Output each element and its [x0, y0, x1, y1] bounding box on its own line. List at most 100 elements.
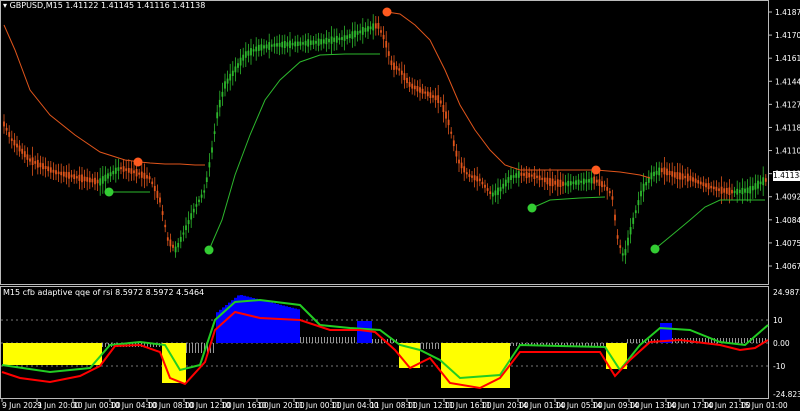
candle-body — [125, 168, 128, 171]
candle-body — [398, 68, 401, 71]
histogram-bar — [300, 337, 301, 343]
candle-body — [104, 174, 107, 182]
candle-body — [720, 186, 723, 194]
histogram-bar — [357, 321, 360, 343]
candle-body — [627, 237, 629, 246]
candle-body — [47, 166, 50, 172]
histogram-bar — [261, 300, 264, 343]
candle-body — [221, 91, 224, 97]
candle-body — [309, 40, 312, 45]
candle-body — [380, 30, 382, 33]
candle-body — [637, 200, 640, 206]
histogram-bar — [597, 343, 598, 346]
histogram-bar — [276, 304, 279, 343]
chart-canvas[interactable]: 1.41875 1.41700 1.41615 1.41445 1.41270 1.411… — [0, 0, 800, 411]
candle-body — [434, 95, 437, 101]
candle-body — [588, 179, 590, 183]
candle-body — [31, 157, 34, 165]
candle-body — [465, 172, 468, 175]
histogram-bar — [84, 343, 87, 365]
candle-body — [377, 23, 380, 29]
candle-body — [122, 166, 125, 172]
current-price-tag: 1.41138 — [773, 171, 800, 181]
histogram-bar — [318, 337, 319, 343]
candle-body — [658, 167, 661, 176]
candle-body — [447, 119, 450, 126]
histogram-bar — [438, 343, 439, 349]
candle-body — [653, 171, 655, 177]
candle-body — [13, 139, 16, 146]
candle-body — [515, 173, 518, 178]
price-tick-label: 1.40925 — [775, 193, 800, 202]
histogram-bar — [42, 343, 45, 365]
candle-body — [325, 37, 328, 45]
candle-body — [304, 40, 307, 46]
candle-body — [692, 177, 694, 182]
candle-body — [333, 37, 336, 42]
histogram-bar — [249, 297, 252, 343]
candle-body — [528, 173, 531, 178]
candle-body — [192, 208, 195, 213]
candle-body — [702, 182, 705, 187]
histogram-bar — [327, 337, 328, 343]
histogram-bar — [75, 343, 78, 365]
histogram-bar — [285, 306, 288, 343]
candle-body — [468, 174, 471, 177]
candle-body — [562, 181, 564, 186]
candle-body — [81, 174, 83, 183]
candle-body — [580, 180, 583, 183]
collapse-arrow-icon[interactable]: ▾ — [3, 1, 7, 10]
price-tick-label: 1.40755 — [775, 239, 800, 248]
candle-body — [590, 177, 593, 184]
candle-body — [751, 185, 754, 191]
histogram-bar — [744, 338, 745, 343]
histogram-bar — [48, 343, 51, 365]
candle-body — [239, 57, 242, 66]
indicator-label: M15 cfb adaptive qqe of rsi 8.5972 8.597… — [3, 288, 205, 297]
candle-body — [541, 177, 544, 180]
histogram-bar — [354, 337, 355, 343]
candle-body — [198, 199, 200, 203]
candle-body — [208, 162, 211, 168]
candle-body — [406, 77, 408, 84]
candle-body — [83, 176, 86, 182]
candle-body — [426, 91, 429, 97]
candle-body — [460, 162, 463, 169]
candle-body — [549, 178, 551, 186]
histogram-bar — [333, 337, 334, 343]
histogram-bar — [15, 343, 18, 365]
candle-body — [645, 182, 648, 186]
candle-body — [486, 188, 489, 191]
candle-body — [421, 88, 424, 94]
candle-body — [520, 172, 523, 176]
candle-body — [471, 175, 473, 178]
candle-body — [307, 39, 310, 47]
candle-body — [525, 171, 528, 179]
histogram-bar — [372, 339, 373, 343]
candle-body — [411, 83, 414, 89]
candle-body — [231, 70, 234, 76]
indicator-tick-label: 0.00 — [773, 339, 790, 348]
histogram-bar — [483, 343, 486, 388]
candle-body — [299, 41, 302, 46]
candle-body — [159, 197, 161, 203]
candle-body — [619, 245, 622, 248]
histogram-bar — [453, 343, 456, 388]
candle-body — [510, 175, 512, 180]
candle-body — [491, 192, 494, 197]
histogram-bar — [270, 302, 273, 343]
candle-body — [338, 37, 341, 41]
candle-body — [237, 63, 239, 68]
candle-body — [476, 176, 479, 182]
histogram-bar — [171, 343, 174, 383]
histogram-bar — [195, 343, 196, 353]
histogram-bar — [411, 343, 414, 368]
histogram-bar — [360, 321, 363, 343]
candle-body — [242, 54, 245, 61]
histogram-bar — [63, 343, 66, 365]
histogram-bar — [708, 338, 709, 343]
candle-body — [551, 178, 554, 187]
candle-body — [741, 187, 744, 195]
candle-body — [598, 179, 601, 186]
histogram-bar — [180, 343, 183, 383]
